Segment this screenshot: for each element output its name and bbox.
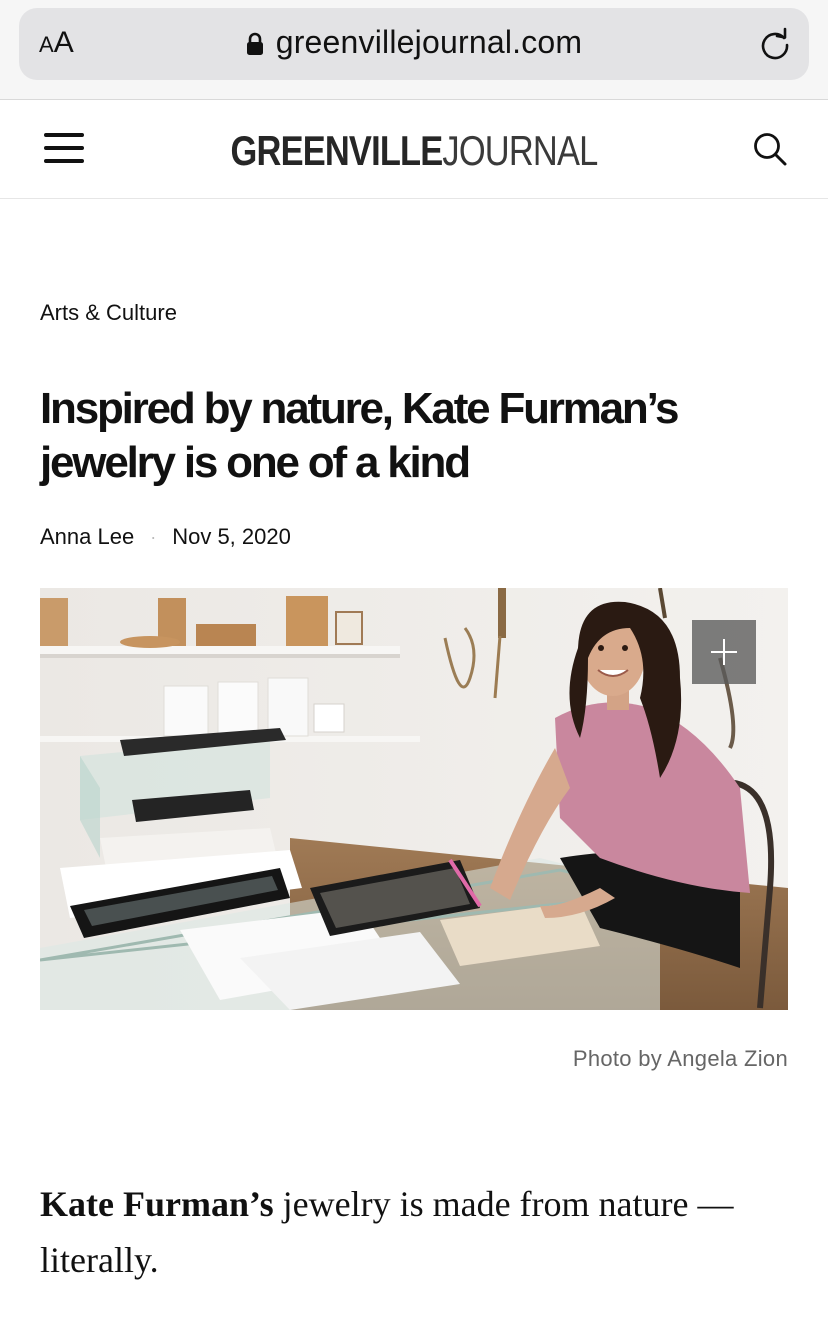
photo-credit: Photo by Angela Zion — [572, 1046, 788, 1071]
author-name[interactable]: Anna Lee — [40, 524, 134, 550]
hero-photo-illustration — [40, 588, 788, 1010]
site-logo[interactable]: GREENVILLEJOURNAL — [75, 127, 754, 175]
logo-greenville: GREENVILLE — [230, 127, 444, 174]
reload-icon[interactable] — [757, 26, 793, 62]
expand-photo-button[interactable] — [692, 620, 756, 684]
article-headline: Inspired by nature, Kate Furman’s jewelr… — [40, 384, 679, 487]
lede-bold-name: Kate Furman’s — [40, 1184, 274, 1224]
search-icon[interactable] — [752, 131, 788, 167]
hero-photo[interactable] — [40, 588, 788, 1010]
url-text: greenvillejournal.com — [275, 24, 583, 60]
address-bar[interactable]: AA greenvillejournal.com — [19, 8, 809, 80]
article-byline: Anna Lee · Nov 5, 2020 — [40, 524, 291, 550]
browser-toolbar: AA greenvillejournal.com — [0, 0, 828, 100]
publish-date: Nov 5, 2020 — [172, 524, 291, 549]
article-lede: Kate Furman’s jewelry is made from natur… — [40, 1176, 788, 1288]
byline-separator: · — [150, 526, 157, 547]
url-display[interactable]: greenvillejournal.com — [19, 24, 809, 61]
article-category-link[interactable]: Arts & Culture — [40, 300, 177, 326]
lock-icon — [246, 32, 263, 55]
site-header: GREENVILLEJOURNAL — [0, 101, 828, 199]
logo-journal: JOURNAL — [442, 127, 598, 174]
